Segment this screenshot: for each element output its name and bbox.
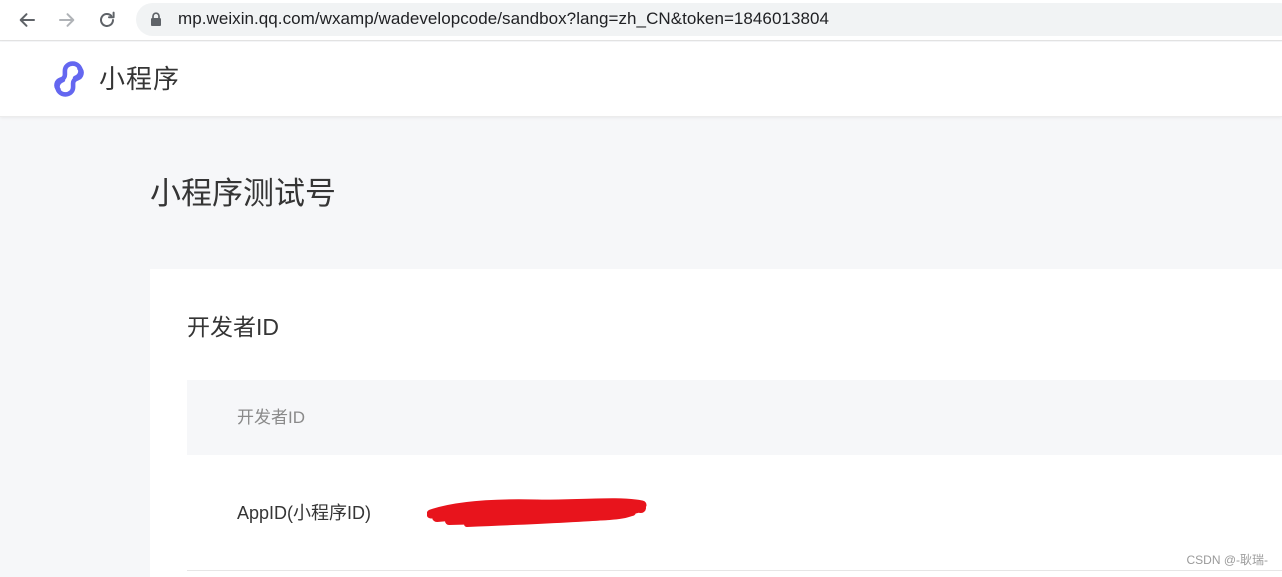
site-header: 小程序	[0, 42, 1282, 117]
redacted-appid-value	[427, 498, 647, 527]
reload-icon	[100, 11, 115, 27]
developer-id-card: 开发者ID 开发者ID AppID(小程序ID)	[150, 269, 1282, 577]
table-header-label: 开发者ID	[237, 408, 305, 427]
lock-icon	[151, 12, 161, 26]
arrow-left-icon	[19, 13, 35, 27]
mini-program-logo-icon[interactable]	[49, 59, 89, 99]
table-header: 开发者ID	[187, 380, 1282, 455]
logo-text[interactable]: 小程序	[99, 61, 180, 97]
address-bar[interactable]: mp.weixin.qq.com/wxamp/wadevelopcode/san…	[136, 3, 1282, 36]
back-button[interactable]	[13, 6, 41, 34]
url-text: mp.weixin.qq.com/wxamp/wadevelopcode/san…	[178, 9, 829, 28]
section-title: 开发者ID	[187, 314, 279, 340]
browser-toolbar: mp.weixin.qq.com/wxamp/wadevelopcode/san…	[0, 0, 1282, 41]
watermark: CSDN @-耿瑞-	[1186, 553, 1268, 567]
page-title: 小程序测试号	[150, 176, 336, 211]
arrow-right-icon	[59, 13, 75, 27]
table-row-appid: AppID(小程序ID)	[187, 455, 1282, 571]
reload-button[interactable]	[93, 6, 121, 34]
forward-button[interactable]	[53, 6, 81, 34]
appid-label: AppID(小程序ID)	[237, 503, 372, 523]
